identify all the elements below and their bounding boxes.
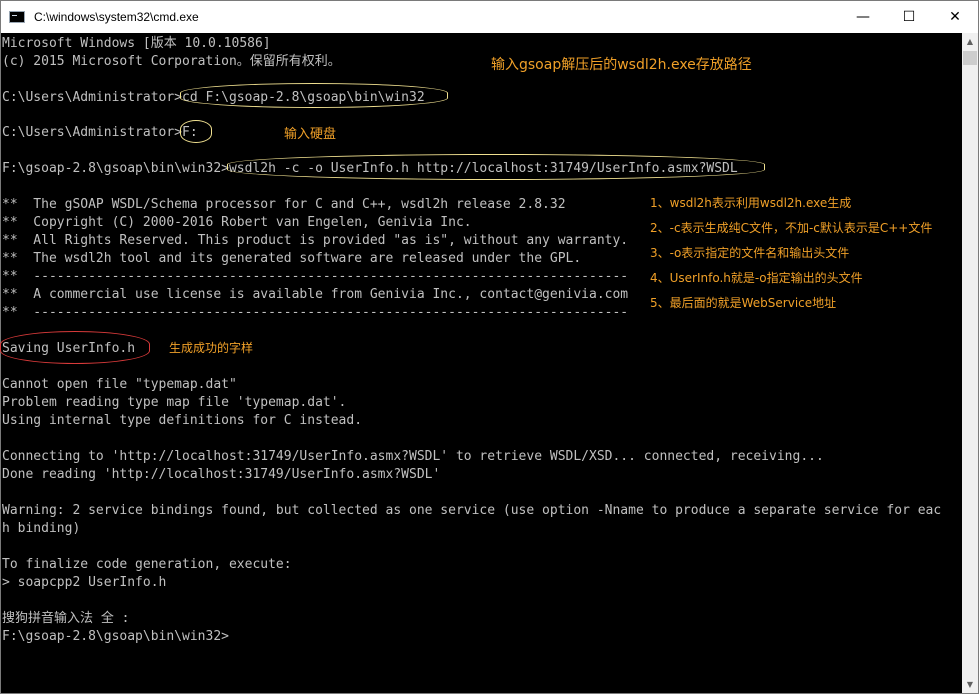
console-line: Problem reading type map file 'typemap.d… — [2, 395, 347, 410]
console-line: > soapcpp2 UserInfo.h — [2, 575, 167, 590]
scroll-up-arrow-icon[interactable]: ▲ — [962, 33, 978, 50]
highlight-saving-line — [0, 331, 150, 364]
console-line: Microsoft Windows [版本 10.0.10586] — [2, 36, 271, 51]
console-line: ** -------------------------------------… — [2, 305, 629, 320]
console-line: ** The gSOAP WSDL/Schema processor for C… — [2, 197, 566, 212]
close-button[interactable]: ✕ — [932, 1, 978, 33]
console-line: ** Copyright (C) 2000-2016 Robert van En… — [2, 215, 472, 230]
console-line: ** The wsdl2h tool and its generated sof… — [2, 251, 582, 266]
console-output[interactable]: Microsoft Windows [版本 10.0.10586] (c) 20… — [1, 33, 962, 693]
window-controls: — ☐ ✕ — [840, 1, 978, 33]
console-line: Cannot open file "typemap.dat" — [2, 377, 237, 392]
highlight-drive-command — [180, 120, 212, 143]
console-app-icon — [9, 11, 25, 23]
console-line: h binding) — [2, 521, 81, 536]
title-bar[interactable]: C:\windows\system32\cmd.exe — ☐ ✕ — [1, 1, 978, 33]
highlight-cd-command — [180, 83, 448, 108]
annotation-explain-item: 1、wsdl2h表示利用wsdl2h.exe生成 — [650, 196, 852, 210]
annotation-explain-item: 4、UserInfo.h就是-o指定输出的头文件 — [650, 271, 863, 285]
console-line: ** All Rights Reserved. This product is … — [2, 233, 629, 248]
annotation-success: 生成成功的字样 — [169, 341, 254, 355]
annotation-explain-item: 3、-o表示指定的文件名和输出头文件 — [650, 246, 850, 260]
console-line: ** A commercial use license is available… — [2, 287, 629, 302]
annotation-path: 输入gsoap解压后的wsdl2h.exe存放路径 — [491, 57, 752, 73]
annotation-drive: 输入硬盘 — [284, 127, 337, 142]
console-line: C:\Users\Administrator>F: — [2, 125, 198, 140]
maximize-button[interactable]: ☐ — [886, 1, 932, 33]
console-line: ** -------------------------------------… — [2, 269, 629, 284]
console-line: To finalize code generation, execute: — [2, 557, 292, 572]
scroll-thumb[interactable] — [963, 51, 977, 65]
console-line: (c) 2015 Microsoft Corporation。保留所有权利。 — [2, 54, 341, 69]
scroll-down-arrow-icon[interactable]: ▼ — [962, 676, 978, 693]
vertical-scrollbar[interactable]: ▲ ▼ — [962, 33, 978, 693]
annotation-explain-item: 2、-c表示生成纯C文件，不加-c默认表示是C++文件 — [650, 221, 933, 235]
console-line: F:\gsoap-2.8\gsoap\bin\win32> — [2, 629, 229, 644]
console-line: Done reading 'http://localhost:31749/Use… — [2, 467, 441, 482]
console-line: Connecting to 'http://localhost:31749/Us… — [2, 449, 824, 464]
minimize-button[interactable]: — — [840, 1, 886, 33]
window-title: C:\windows\system32\cmd.exe — [34, 10, 199, 24]
console-line: Using internal type definitions for C in… — [2, 413, 363, 428]
highlight-wsdl2h-command — [227, 154, 765, 180]
console-line: 搜狗拼音输入法 全 : — [2, 611, 130, 626]
console-line: Warning: 2 service bindings found, but c… — [2, 503, 942, 518]
annotation-explain-item: 5、最后面的就是WebService地址 — [650, 296, 837, 310]
